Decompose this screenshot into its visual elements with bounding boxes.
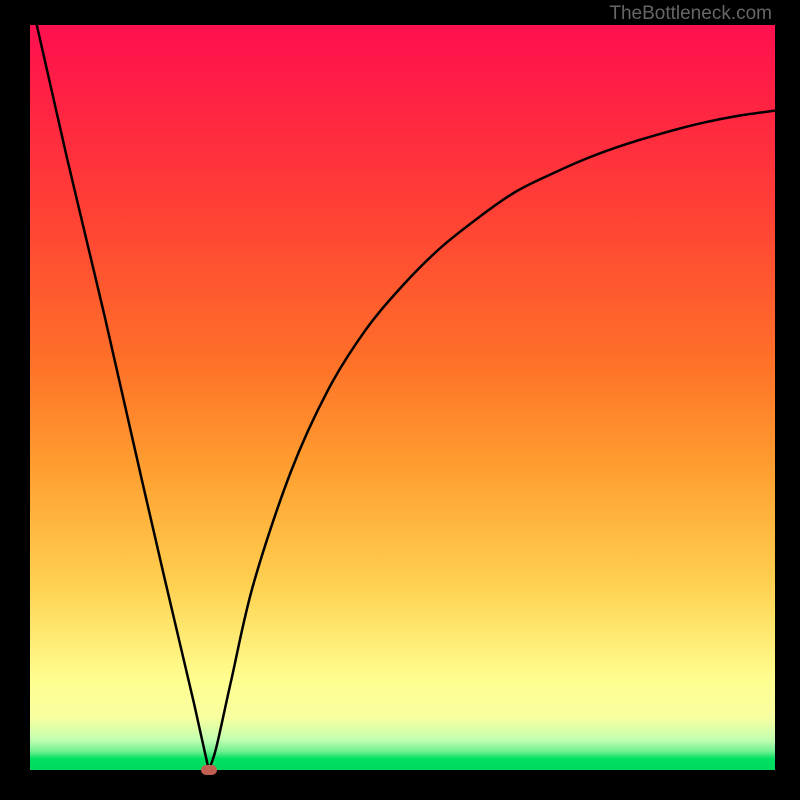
plot-area	[30, 25, 775, 770]
chart-svg	[30, 25, 775, 770]
gradient-background	[30, 25, 775, 770]
watermark-text: TheBottleneck.com	[609, 3, 772, 25]
bottleneck-marker	[201, 765, 217, 775]
chart-container: TheBottleneck.com	[0, 0, 800, 800]
